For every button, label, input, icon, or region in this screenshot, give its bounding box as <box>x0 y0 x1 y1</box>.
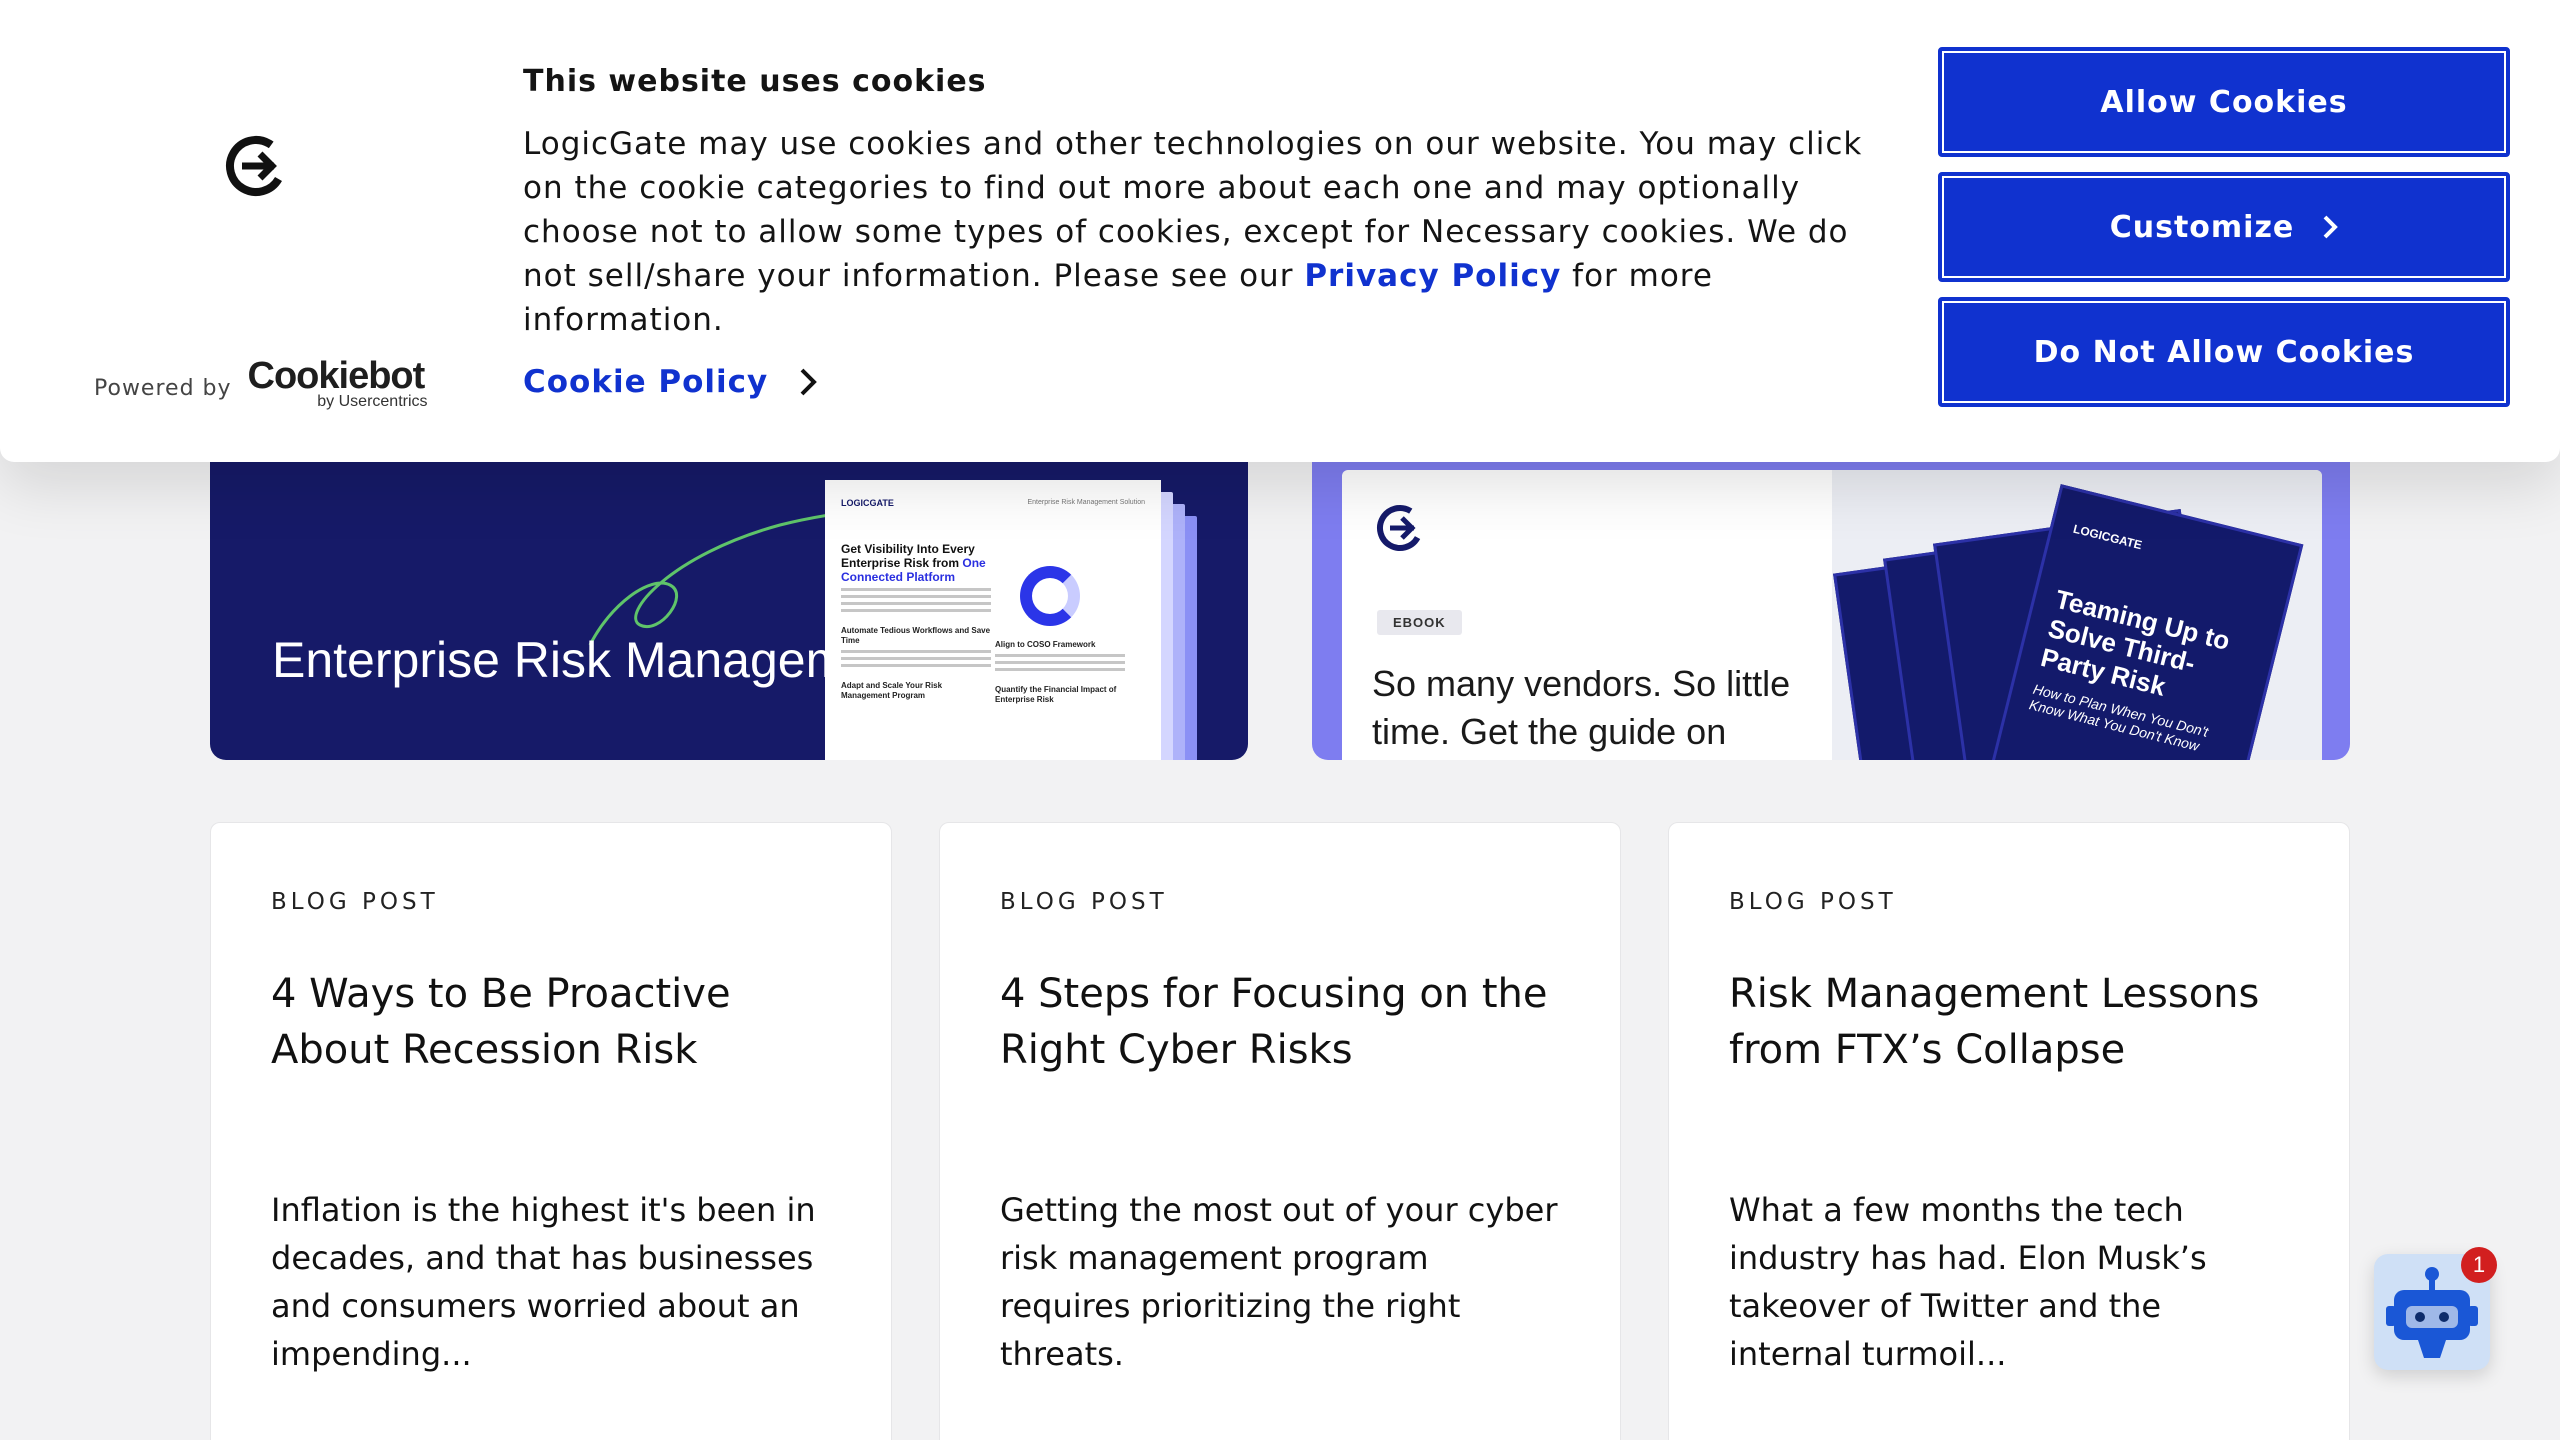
card-kicker: BLOG POST <box>271 889 439 915</box>
logicgate-logo-icon <box>1377 505 1423 551</box>
card-title[interactable]: 4 Steps for Focusing on the Right Cyber … <box>1000 966 1560 1078</box>
cookie-policy-link[interactable]: Cookie Policy <box>523 364 818 400</box>
card-kicker: BLOG POST <box>1000 889 1168 915</box>
document-preview: LOGICGATE Enterprise Risk Management Sol… <box>825 480 1197 760</box>
doc-headline: Get Visibility Into Every Enterprise Ris… <box>841 542 986 584</box>
customize-button[interactable]: Customize <box>1938 172 2510 282</box>
chevron-right-icon <box>2323 215 2339 239</box>
doc-section: Adapt and Scale Your Risk Management Pro… <box>841 681 943 700</box>
do-not-allow-cookies-button[interactable]: Do Not Allow Cookies <box>1938 297 2510 407</box>
ebook-cover-front: LOGICGATE Teaming Up to Solve Third-Part… <box>1990 484 2304 760</box>
blog-card[interactable]: BLOG POST Risk Management Lessons from F… <box>1668 822 2350 1440</box>
cookie-banner-heading: This website uses cookies <box>523 64 987 99</box>
allow-cookies-button[interactable]: Allow Cookies <box>1938 47 2510 157</box>
donut-chart-icon <box>1020 566 1080 626</box>
doc-section: Automate Tedious Workflows and Save Time <box>841 626 991 645</box>
privacy-policy-link[interactable]: Privacy Policy <box>1304 258 1561 294</box>
blog-card[interactable]: BLOG POST 4 Steps for Focusing on the Ri… <box>939 822 1621 1440</box>
promo-card-ebook[interactable]: EBOOK So many vendors. So little time. G… <box>1312 440 2350 760</box>
logicgate-logo-icon <box>226 136 286 196</box>
powered-by-cookiebot[interactable]: Powered by Cookiebot by Usercentrics <box>94 355 428 411</box>
card-excerpt: Inflation is the highest it's been in de… <box>271 1191 816 1373</box>
doc-section: Align to COSO Framework <box>995 640 1096 649</box>
blog-card[interactable]: BLOG POST 4 Ways to Be Proactive About R… <box>210 822 892 1440</box>
ebook-tagline: So many vendors. So little time. Get the… <box>1372 663 1791 752</box>
ebook-badge: EBOOK <box>1377 610 1462 635</box>
card-title[interactable]: 4 Ways to Be Proactive About Recession R… <box>271 966 831 1078</box>
card-excerpt: Getting the most out of your cyber risk … <box>1000 1191 1558 1373</box>
promo-card-erm[interactable]: Enterprise Risk Management Solution LOGI… <box>210 440 1248 760</box>
cookie-banner: Powered by Cookiebot by Usercentrics Thi… <box>0 0 2560 462</box>
doc-label: Enterprise Risk Management Solution <box>1027 499 1145 506</box>
card-title[interactable]: Risk Management Lessons from FTX’s Colla… <box>1729 966 2289 1078</box>
card-kicker: BLOG POST <box>1729 889 1897 915</box>
cookiebot-logo: Cookiebot by Usercentrics <box>247 355 428 410</box>
doc-section: Quantify the Financial Impact of Enterpr… <box>995 685 1117 704</box>
card-excerpt: What a few months the tech industry has … <box>1729 1191 2207 1373</box>
notification-badge: 1 <box>2461 1247 2497 1283</box>
chevron-right-icon <box>800 368 818 396</box>
cookie-banner-text: LogicGate may use cookies and other tech… <box>523 126 1863 338</box>
